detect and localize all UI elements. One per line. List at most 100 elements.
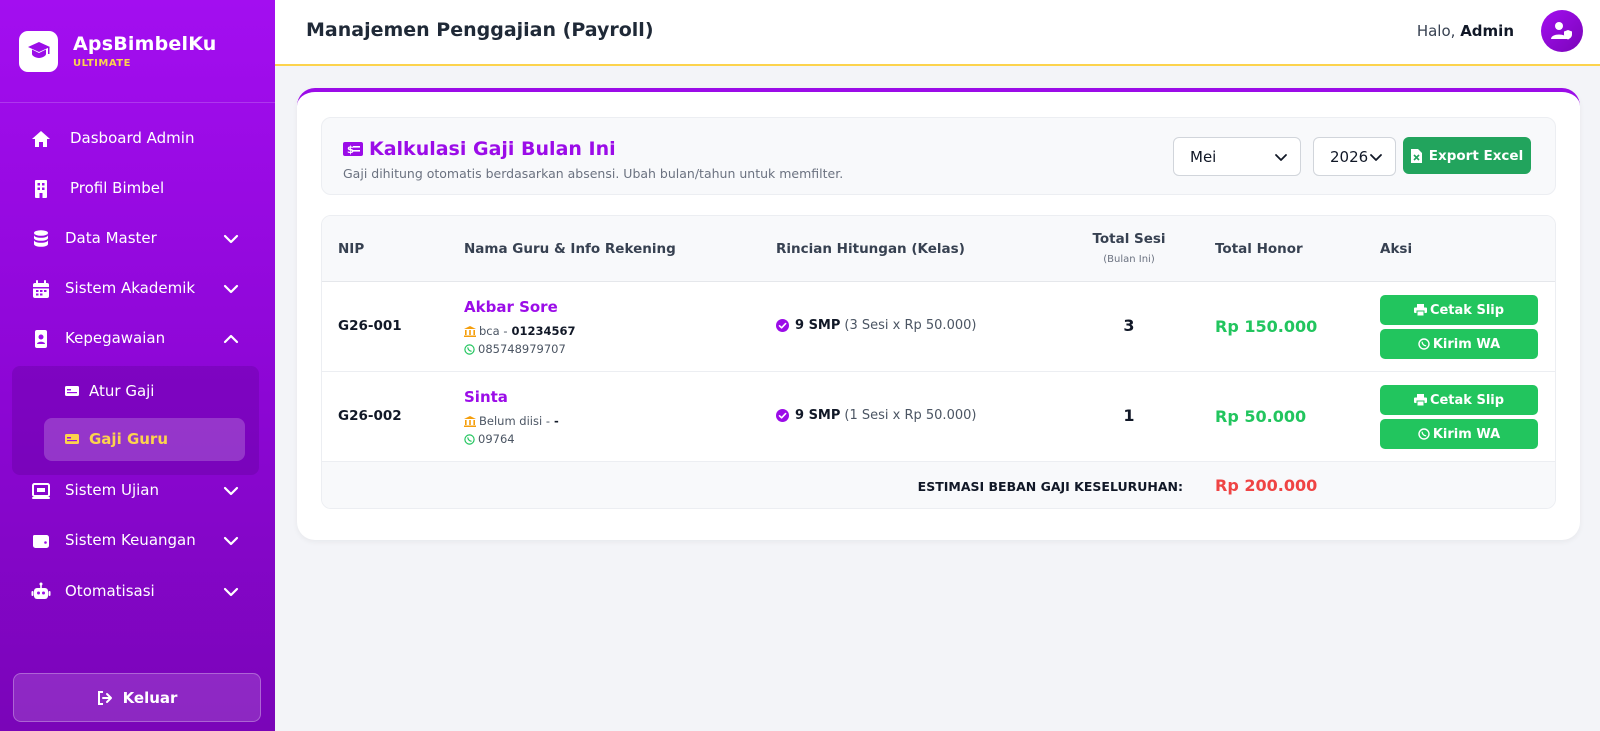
- rincian-detail: 9 SMP (3 Sesi x Rp 50.000): [776, 318, 976, 333]
- chevron-up-icon: [223, 334, 239, 344]
- logout-label: Keluar: [122, 688, 178, 707]
- column-header-rincian: Rincian Hitungan (Kelas): [776, 241, 965, 257]
- sidebar-item-label: Sistem Akademik: [65, 279, 196, 297]
- chevron-down-icon: [1370, 154, 1382, 161]
- graduation-cap-icon: [19, 30, 58, 72]
- check-circle-icon: [776, 409, 789, 422]
- phone-number: 085748979707: [478, 342, 566, 356]
- whatsapp-icon: [1418, 338, 1430, 350]
- send-wa-label: Kirim WA: [1432, 336, 1501, 352]
- export-excel-button[interactable]: Export Excel: [1403, 137, 1531, 174]
- column-header-aksi: Aksi: [1380, 241, 1413, 257]
- total-estimate-value: Rp 200.000: [1215, 476, 1318, 495]
- logout-button[interactable]: Keluar: [13, 673, 261, 722]
- sidebar-item-label: Sistem Keuangan: [65, 531, 196, 549]
- sidebar-item-label: Otomatisasi: [65, 582, 155, 600]
- sidebar-item-sistem-akademik[interactable]: Sistem Akademik: [0, 267, 275, 311]
- phone-info: 085748979707: [464, 342, 566, 356]
- print-icon: [1413, 304, 1427, 316]
- sidebar-subitem-atur-gaji[interactable]: Atur Gaji: [44, 370, 245, 413]
- send-wa-label: Kirim WA: [1432, 426, 1501, 442]
- sidebar-item-sistem-keuangan[interactable]: Sistem Keuangan: [0, 519, 275, 563]
- id-badge-icon: [35, 330, 47, 348]
- calendar-icon: [33, 280, 49, 298]
- sidebar-item-sistem-ujian[interactable]: Sistem Ujian: [0, 469, 275, 513]
- column-header-honor: Total Honor: [1215, 241, 1303, 257]
- sidebar-subitem-gaji-guru[interactable]: Gaji Guru: [44, 418, 245, 461]
- column-header-sesi-sub: (Bulan Ini): [1103, 254, 1155, 265]
- month-select[interactable]: Mei: [1173, 137, 1301, 176]
- greeting-text: Halo,: [1416, 22, 1456, 40]
- table-footer: ESTIMASI BEBAN GAJI KESELURUHAN: Rp 200.…: [322, 462, 1555, 508]
- payroll-card: $ Kalkulasi Gaji Bulan Ini Gaji dihitung…: [297, 88, 1580, 540]
- teacher-nip: G26-002: [338, 408, 402, 424]
- user-name: Admin: [1460, 22, 1514, 40]
- print-icon: [1413, 394, 1427, 406]
- database-icon: [34, 230, 48, 247]
- export-excel-label: Export Excel: [1428, 147, 1524, 164]
- money-bill-icon: $: [343, 142, 363, 156]
- sidebar-item-label: Sistem Ujian: [65, 481, 160, 499]
- panel-title: $ Kalkulasi Gaji Bulan Ini: [343, 138, 616, 160]
- sidebar-subitem-label: Gaji Guru: [89, 430, 169, 448]
- building-icon: [35, 180, 47, 198]
- money-card-icon: [65, 434, 79, 444]
- month-select-value: Mei: [1190, 148, 1217, 166]
- sidebar-item-data-master[interactable]: Data Master: [0, 217, 275, 261]
- total-sesi: 1: [1123, 406, 1135, 425]
- total-honor: Rp 150.000: [1215, 317, 1318, 336]
- sidebar-item-otomatisasi[interactable]: Otomatisasi: [0, 570, 275, 614]
- send-wa-button[interactable]: Kirim WA: [1380, 419, 1538, 449]
- print-slip-button[interactable]: Cetak Slip: [1380, 385, 1538, 415]
- panel-description: Gaji dihitung otomatis berdasarkan absen…: [343, 166, 844, 181]
- chevron-down-icon: [223, 587, 239, 597]
- send-wa-button[interactable]: Kirim WA: [1380, 329, 1538, 359]
- robot-icon: [31, 582, 51, 599]
- whatsapp-icon: [464, 433, 475, 445]
- chevron-down-icon: [223, 536, 239, 546]
- column-header-sesi: Total Sesi: [1092, 231, 1166, 247]
- print-slip-button[interactable]: Cetak Slip: [1380, 295, 1538, 325]
- year-select[interactable]: 2026: [1313, 137, 1396, 176]
- user-shield-icon: [1551, 22, 1572, 40]
- chevron-down-icon: [223, 284, 239, 294]
- teacher-name[interactable]: Akbar Sore: [464, 298, 558, 316]
- calc-detail: (3 Sesi x Rp 50.000): [844, 318, 977, 333]
- bank-info: bca - 01234567: [464, 324, 576, 338]
- phone-info: 09764: [464, 432, 515, 446]
- sidebar-item-label: Dasboard Admin: [70, 129, 195, 147]
- sidebar: ApsBimbelKu ULTIMATE Dasboard Admin Prof…: [0, 0, 275, 731]
- bank-info: Belum diisi - -: [464, 414, 559, 428]
- year-select-value: 2026: [1330, 148, 1369, 166]
- panel-header: $ Kalkulasi Gaji Bulan Ini Gaji dihitung…: [321, 117, 1556, 195]
- table-row: G26-002 Sinta Belum diisi - - 09764 9 SM…: [322, 372, 1555, 462]
- rincian-detail: 9 SMP (1 Sesi x Rp 50.000): [776, 408, 976, 423]
- table-header: NIP Nama Guru & Info Rekening Rincian Hi…: [322, 216, 1555, 282]
- chevron-down-icon: [223, 486, 239, 496]
- teacher-name[interactable]: Sinta: [464, 388, 508, 406]
- whatsapp-icon: [1418, 428, 1430, 440]
- sign-out-icon: [97, 690, 112, 705]
- teacher-nip: G26-001: [338, 318, 402, 334]
- column-header-nip: NIP: [338, 241, 365, 257]
- sidebar-item-label: Data Master: [65, 229, 157, 247]
- bank-icon: [464, 325, 476, 337]
- sidebar-item-profil-bimbel[interactable]: Profil Bimbel: [0, 167, 275, 211]
- bank-name: bca -: [479, 324, 508, 338]
- brand[interactable]: ApsBimbelKu ULTIMATE: [0, 0, 275, 103]
- avatar[interactable]: [1541, 10, 1583, 52]
- total-honor: Rp 50.000: [1215, 407, 1307, 426]
- sidebar-item-label: Profil Bimbel: [70, 179, 165, 197]
- payroll-table: NIP Nama Guru & Info Rekening Rincian Hi…: [321, 215, 1556, 509]
- file-excel-icon: [1410, 148, 1422, 163]
- chevron-down-icon: [223, 234, 239, 244]
- brand-name: ApsBimbelKu: [73, 33, 217, 55]
- table-row: G26-001 Akbar Sore bca - 01234567 085748…: [322, 282, 1555, 372]
- sidebar-item-kepegawaian[interactable]: Kepegawaian: [0, 317, 275, 361]
- brand-tag: ULTIMATE: [73, 58, 131, 69]
- class-name: 9 SMP: [795, 408, 841, 423]
- whatsapp-icon: [464, 343, 475, 355]
- total-estimate-label: ESTIMASI BEBAN GAJI KESELURUHAN:: [917, 479, 1183, 494]
- sidebar-item-dasboard-admin[interactable]: Dasboard Admin: [0, 117, 275, 161]
- total-sesi: 3: [1123, 316, 1135, 335]
